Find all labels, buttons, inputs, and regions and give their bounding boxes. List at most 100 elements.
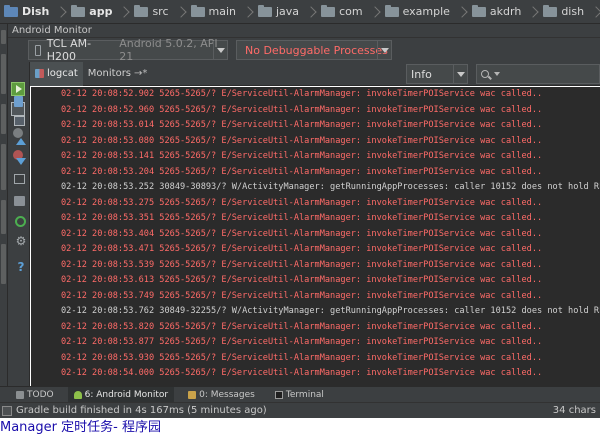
- breadcrumb-item[interactable]: Dish: [2, 0, 69, 23]
- process-selector[interactable]: No Debuggable Processes: [236, 40, 392, 60]
- search-history-icon[interactable]: [494, 72, 500, 76]
- folder-icon: [190, 4, 205, 17]
- folder-icon: [471, 4, 486, 17]
- help-icon[interactable]: ?: [14, 260, 28, 274]
- web-result-url: [0, 436, 600, 440]
- log-level-value: Info: [411, 67, 432, 81]
- log-line: 02-12 20:08:53.080 5265-5265/? E/Service…: [61, 135, 543, 146]
- breadcrumb-separator: [590, 5, 600, 18]
- status-message: Gradle build finished in 4s 167ms (5 min…: [16, 405, 267, 416]
- log-line: 02-12 20:08:54.000 5265-5265/? E/Service…: [61, 368, 543, 378]
- tool-window-bar: TODO 6: Android Monitor 0: Messages Termina…: [0, 386, 600, 403]
- breadcrumb-label: example: [402, 5, 450, 18]
- tool-tab[interactable]: TODO: [10, 387, 60, 403]
- panel-title: Android Monitor: [8, 24, 600, 38]
- todo-icon: [16, 390, 24, 399]
- tab-monitors[interactable]: Monitors →*: [83, 62, 153, 86]
- log-line: 02-12 20:08:53.930 5265-5265/? E/Service…: [61, 352, 543, 363]
- device-name: TCL AM-H200: [46, 37, 92, 63]
- restore-layout-icon[interactable]: →*: [134, 68, 147, 79]
- breadcrumb-separator: [55, 5, 67, 18]
- log-line: 02-12 20:08:53.141 5265-5265/? E/Service…: [61, 151, 543, 161]
- phone-icon: [35, 44, 41, 56]
- folder-icon: [384, 4, 399, 17]
- soft-wrap-icon[interactable]: [14, 174, 25, 184]
- process-label: No Debuggable Processes: [245, 43, 388, 57]
- breadcrumb-separator: [368, 5, 381, 18]
- breadcrumb-item[interactable]: main: [189, 0, 256, 23]
- tool-tab-label: 0: Messages: [199, 389, 255, 400]
- breadcrumb-separator: [305, 5, 317, 18]
- log-line: 02-12 20:08:53.762 30849-32255/? W/Activ…: [61, 306, 600, 316]
- log-search-input[interactable]: [476, 64, 600, 84]
- run-icon[interactable]: [11, 82, 25, 96]
- breadcrumb-label: akdrh: [489, 5, 522, 18]
- chevron-down-icon[interactable]: [213, 41, 227, 59]
- gear-icon[interactable]: ⚙: [14, 234, 28, 248]
- restart-icon[interactable]: [15, 216, 26, 227]
- device-selector[interactable]: TCL AM-H200 Android 5.0.2, API 21: [28, 37, 228, 63]
- breadcrumb-item[interactable]: app: [69, 0, 132, 23]
- breadcrumb-label: java: [276, 5, 300, 18]
- log-line: 02-12 20:08:53.539 5265-5265/? E/Service…: [61, 259, 543, 270]
- logcat-icon: [35, 69, 44, 78]
- log-line: 02-12 20:08:53.404 5265-5265/? E/Service…: [61, 228, 543, 239]
- tab-logcat[interactable]: logcat: [30, 61, 83, 86]
- device-api: Android 5.0.2, API 21: [119, 37, 218, 63]
- breadcrumb-label: src: [152, 5, 169, 18]
- breadcrumb-separator: [456, 5, 468, 18]
- folder-icon: [321, 4, 336, 17]
- breadcrumb-item[interactable]: com: [319, 0, 383, 23]
- breadcrumb-item[interactable]: src: [132, 0, 188, 23]
- breadcrumb-item[interactable]: java: [256, 0, 319, 23]
- breadcrumb-item[interactable]: dish: [541, 0, 600, 23]
- messages-icon: [188, 390, 197, 399]
- android-icon: [73, 390, 82, 399]
- breadcrumb-label: Dish: [22, 5, 50, 18]
- breadcrumb: DishappsrcmainjavacomexampleakdrhdishCMa…: [0, 0, 600, 24]
- log-line: 02-12 20:08:53.471 5265-5265/? E/Service…: [61, 244, 543, 254]
- breadcrumb-label: dish: [561, 5, 585, 18]
- log-line: 02-12 20:08:53.613 5265-5265/? E/Service…: [61, 275, 543, 285]
- folder-icon: [543, 4, 558, 17]
- folder-icon: [71, 4, 86, 17]
- tool-tab-label: TODO: [27, 389, 54, 400]
- breadcrumb-separator: [118, 5, 131, 18]
- folder-icon: [134, 4, 149, 17]
- log-line: 02-12 20:08:53.351 5265-5265/? E/Service…: [61, 213, 543, 223]
- terminal-icon: [274, 390, 283, 399]
- tab-monitors-label: Monitors: [87, 68, 132, 79]
- left-tool-strip[interactable]: [0, 24, 8, 386]
- breadcrumb-separator: [174, 5, 187, 18]
- breadcrumb-item[interactable]: akdrh: [470, 0, 541, 23]
- tool-tab-label: 6: Android Monitor: [84, 389, 169, 400]
- chevron-down-icon[interactable]: [377, 41, 391, 59]
- logcat-actions: ⚙ ?: [8, 62, 30, 386]
- tool-tab[interactable]: 0: Messages: [182, 387, 261, 403]
- toggle-tool-windows-icon[interactable]: [2, 405, 12, 416]
- web-result-title[interactable]: Manager 定时任务- 程序园: [0, 419, 600, 437]
- chevron-down-icon[interactable]: [453, 65, 467, 83]
- screenshot-icon[interactable]: [14, 116, 25, 126]
- status-bar: Gradle build finished in 4s 167ms (5 min…: [0, 402, 600, 418]
- breadcrumb-separator: [242, 5, 254, 18]
- scroll-up-icon[interactable]: [14, 134, 28, 148]
- tool-tab[interactable]: 6: Android Monitor: [67, 386, 175, 403]
- breadcrumb-label: app: [89, 5, 113, 18]
- breadcrumb-item[interactable]: example: [383, 0, 470, 23]
- log-line: 02-12 20:08:52.960 5265-5265/? E/Service…: [61, 104, 543, 115]
- logcat-toolbar: logcat Monitors →* Info: [8, 61, 600, 86]
- device-row: TCL AM-H200 Android 5.0.2, API 21 No Deb…: [8, 37, 600, 63]
- log-line: 02-12 20:08:53.204 5265-5265/? E/Service…: [61, 166, 543, 177]
- log-level-select[interactable]: Info: [406, 64, 468, 84]
- breadcrumb-separator: [527, 5, 539, 18]
- clear-log-icon[interactable]: [14, 96, 23, 107]
- log-line: 02-12 20:08:53.749 5265-5265/? E/Service…: [61, 290, 543, 301]
- folder-icon: [258, 4, 272, 17]
- logcat-output[interactable]: 02-12 20:08:52.902 5265-5265/? E/Service…: [31, 87, 600, 386]
- print-icon[interactable]: [14, 196, 25, 206]
- scroll-down-icon[interactable]: [14, 154, 28, 168]
- search-icon[interactable]: [481, 70, 489, 78]
- log-line: 02-12 20:08:53.877 5265-5265/? E/Service…: [61, 337, 543, 347]
- tool-tab[interactable]: Terminal: [269, 387, 330, 403]
